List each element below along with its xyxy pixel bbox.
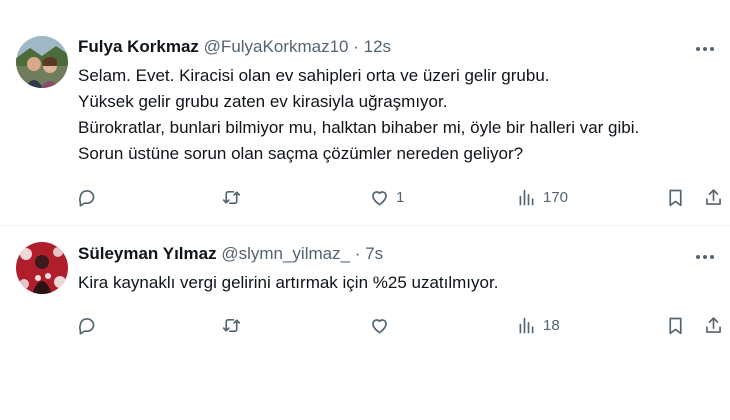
separator: · xyxy=(353,37,359,56)
share-icon xyxy=(706,188,721,205)
retweet-button[interactable] xyxy=(221,182,242,212)
reply-button[interactable] xyxy=(76,182,97,212)
tweet-text: Kira kaynaklı vergi gelirini artırmak iç… xyxy=(78,270,710,296)
tweet-text-line: Sorun üstüne sorun olan saçma çözümler n… xyxy=(78,144,524,163)
avatar[interactable] xyxy=(16,242,68,294)
reply-icon xyxy=(78,317,95,335)
like-button[interactable]: 1 xyxy=(369,182,404,212)
timestamp[interactable]: 7s xyxy=(365,244,383,263)
share-button[interactable] xyxy=(703,310,724,340)
bookmark-icon xyxy=(669,189,682,206)
action-bar: 18 xyxy=(0,310,730,340)
tweet-feed: Fulya Korkmaz @FulyaKorkmaz10 · 12s Sela… xyxy=(0,0,730,420)
retweet-icon xyxy=(222,190,241,204)
tweet-text-line: Selam. Evet. Kiracisi olan ev sahipleri … xyxy=(78,66,550,85)
tweet-header: Süleyman Yılmaz @slymn_yilmaz_ · 7s xyxy=(78,243,660,265)
views-count: 18 xyxy=(543,316,560,334)
like-count: 1 xyxy=(396,188,405,206)
author-handle[interactable]: @slymn_yilmaz_ xyxy=(221,244,350,263)
reply-button[interactable] xyxy=(76,310,97,340)
separator: · xyxy=(354,244,361,263)
tweet-header: Fulya Korkmaz @FulyaKorkmaz10 · 12s xyxy=(78,36,660,58)
more-icon[interactable] xyxy=(694,246,716,268)
share-icon xyxy=(706,316,721,333)
views-button[interactable]: 170 xyxy=(516,182,568,212)
author-name[interactable]: Süleyman Yılmaz xyxy=(78,244,217,263)
reply-icon xyxy=(78,189,95,207)
tweet-text-line: Yüksek gelir grubu zaten ev kirasiyla uğ… xyxy=(78,92,448,111)
like-icon xyxy=(372,190,387,205)
action-bar: 1 170 xyxy=(0,182,730,212)
bookmark-button[interactable] xyxy=(665,310,686,340)
tweet[interactable]: Süleyman Yılmaz @slymn_yilmaz_ · 7s Kira… xyxy=(0,226,730,420)
retweet-button[interactable] xyxy=(221,310,242,340)
bookmark-icon xyxy=(669,317,682,334)
views-button[interactable]: 18 xyxy=(516,310,560,340)
more-icon[interactable] xyxy=(694,38,716,60)
views-count: 170 xyxy=(543,188,569,206)
timestamp[interactable]: 12s xyxy=(364,37,391,56)
tweet-text-line: Bürokratlar, bunlari bilmiyor mu, halkta… xyxy=(78,118,640,137)
views-icon xyxy=(519,317,534,333)
author-handle[interactable]: @FulyaKorkmaz10 xyxy=(204,37,349,56)
bookmark-button[interactable] xyxy=(665,182,686,212)
author-name[interactable]: Fulya Korkmaz xyxy=(78,37,199,56)
share-button[interactable] xyxy=(703,182,724,212)
like-icon xyxy=(372,318,387,333)
retweet-icon xyxy=(222,318,241,332)
views-icon xyxy=(519,189,534,205)
tweet-text-line: Kira kaynaklı vergi gelirini artırmak iç… xyxy=(78,273,499,292)
tweet-text: Selam. Evet. Kiracisi olan ev sahipleri … xyxy=(78,63,710,167)
like-button[interactable] xyxy=(369,310,390,340)
avatar[interactable] xyxy=(16,36,68,88)
tweet[interactable]: Fulya Korkmaz @FulyaKorkmaz10 · 12s Sela… xyxy=(0,0,730,226)
